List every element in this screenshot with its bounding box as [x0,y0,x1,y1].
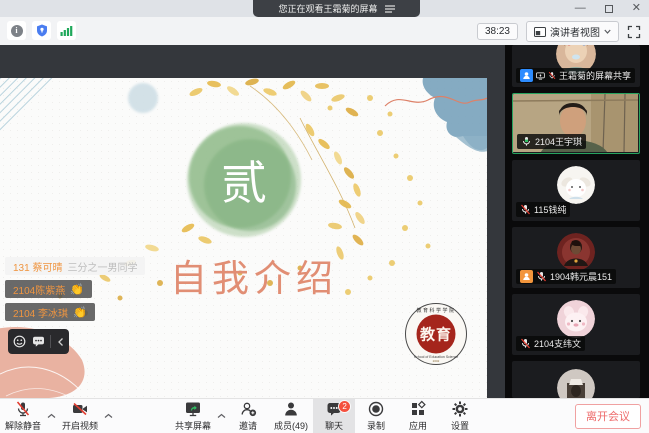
apps-icon [409,400,427,418]
leave-meeting-button[interactable]: 离开会议 [575,404,641,429]
toolbar-spacer [114,416,170,417]
share-options-caret[interactable] [216,399,227,433]
gear-icon [451,400,469,418]
clap-emoji: 👏 [70,283,84,296]
mic-options-caret[interactable] [46,399,57,433]
invite-icon [239,400,257,418]
invite-button[interactable]: 邀请 [227,399,269,433]
camera-off-icon [71,400,89,418]
network-signal-icon[interactable] [57,21,76,40]
mic-muted-icon [520,204,531,215]
view-mode-label: 演讲者视图 [550,24,600,39]
shared-screen-view: 贰 自我介绍 教育科学学院 教育 School of Education Sci… [0,45,505,398]
participants-sidebar: 王霜菊的屏幕共享 [505,45,649,398]
record-icon [367,400,385,418]
record-button[interactable]: 录制 [355,399,397,433]
chat-bubble-icon[interactable] [32,335,45,348]
meeting-toolbar: 解除静音 开启视频 [0,398,649,433]
smiley-reaction-icon[interactable] [13,335,26,348]
members-button[interactable]: 成员(49) [269,399,313,433]
settings-button[interactable]: 设置 [439,399,481,433]
participant-tile[interactable]: 115钱纯 [512,160,640,221]
participant-tile[interactable]: 2104支纬文 [512,294,640,355]
collapse-chevron-icon[interactable] [57,337,64,347]
mic-muted-icon [14,400,32,418]
chat-message: 2104 李冰琪 👏 [5,303,95,321]
share-screen-icon [184,400,202,418]
avatar [557,233,595,271]
layout-icon [534,27,546,37]
os-titlebar: 您正在观看王霜菊的屏幕 — ✕ [0,0,649,17]
participant-tile[interactable]: 1904韩元晨151 [512,227,640,288]
avatar [557,300,595,338]
close-button[interactable]: ✕ [632,3,641,14]
members-icon [282,400,300,418]
chevron-down-icon [604,29,611,34]
share-screen-button[interactable]: 共享屏幕 [170,399,216,433]
mic-active-icon [521,136,532,147]
divider [50,335,51,348]
chat-message: 131 蔡可晴 三分之一男同学 [5,257,145,275]
view-mode-dropdown[interactable]: 演讲者视图 [526,21,619,42]
apps-button[interactable]: 应用 [397,399,439,433]
unmute-button[interactable]: 解除静音 [0,399,46,433]
participant-tile-video[interactable]: 2104王宇琪 [512,93,640,154]
meeting-window: 您正在观看王霜菊的屏幕 — ✕ i [0,0,649,433]
mic-muted-icon [536,271,547,282]
maximize-button[interactable] [605,5,613,13]
meeting-timer: 38:23 [477,23,518,40]
avatar [557,166,595,204]
chat-message: 2104陈紫燕 👏 [5,280,92,298]
encryption-shield-icon[interactable] [32,21,51,40]
watching-screen-pill[interactable]: 您正在观看王霜菊的屏幕 [253,0,420,17]
member-icon [520,69,533,82]
participant-label: 王霜菊的屏幕共享 [516,68,635,83]
participant-label: 2104王宇琪 [517,134,586,149]
main-area: 贰 自我介绍 教育科学学院 教育 School of Education Sci… [0,45,649,398]
reaction-quickbar [8,329,69,354]
mic-muted-icon [548,70,556,81]
clap-emoji: 👏 [73,306,87,319]
fullscreen-icon[interactable] [627,25,641,39]
member-icon [520,270,533,283]
presentation-slide: 贰 自我介绍 教育科学学院 教育 School of Education Sci… [0,78,487,398]
watching-screen-label: 您正在观看王霜菊的屏幕 [278,2,377,15]
avatar [557,369,595,398]
school-seal-logo: 教育科学学院 教育 School of Education Science 20… [405,303,467,365]
minimize-button[interactable]: — [575,3,586,14]
mic-muted-icon [520,338,531,349]
chat-button[interactable]: 聊天 2 [313,399,355,433]
participant-label: 115钱纯 [516,202,570,217]
screen-share-icon [536,71,545,81]
meeting-info-icon[interactable]: i [7,21,26,40]
start-video-button[interactable]: 开启视频 [57,399,103,433]
participant-label: 2104支纬文 [516,336,585,351]
video-options-caret[interactable] [103,399,114,433]
slide-section-number: 贰 [188,124,300,236]
chat-unread-badge: 2 [338,400,351,413]
meeting-statusbar: i 38:23 演讲者视图 [0,17,649,45]
participant-label: 1904韩元晨151 [516,269,616,284]
window-controls: — ✕ [575,0,641,17]
slide-title: 自我介绍 [170,248,338,302]
participant-tile[interactable] [512,361,640,398]
participant-tile-screenshare[interactable]: 王霜菊的屏幕共享 [512,45,640,87]
menu-lines-icon [385,5,395,13]
chat-overlay: 131 蔡可晴 三分之一男同学 2104陈紫燕 👏 2104 李冰琪 👏 [5,257,145,321]
